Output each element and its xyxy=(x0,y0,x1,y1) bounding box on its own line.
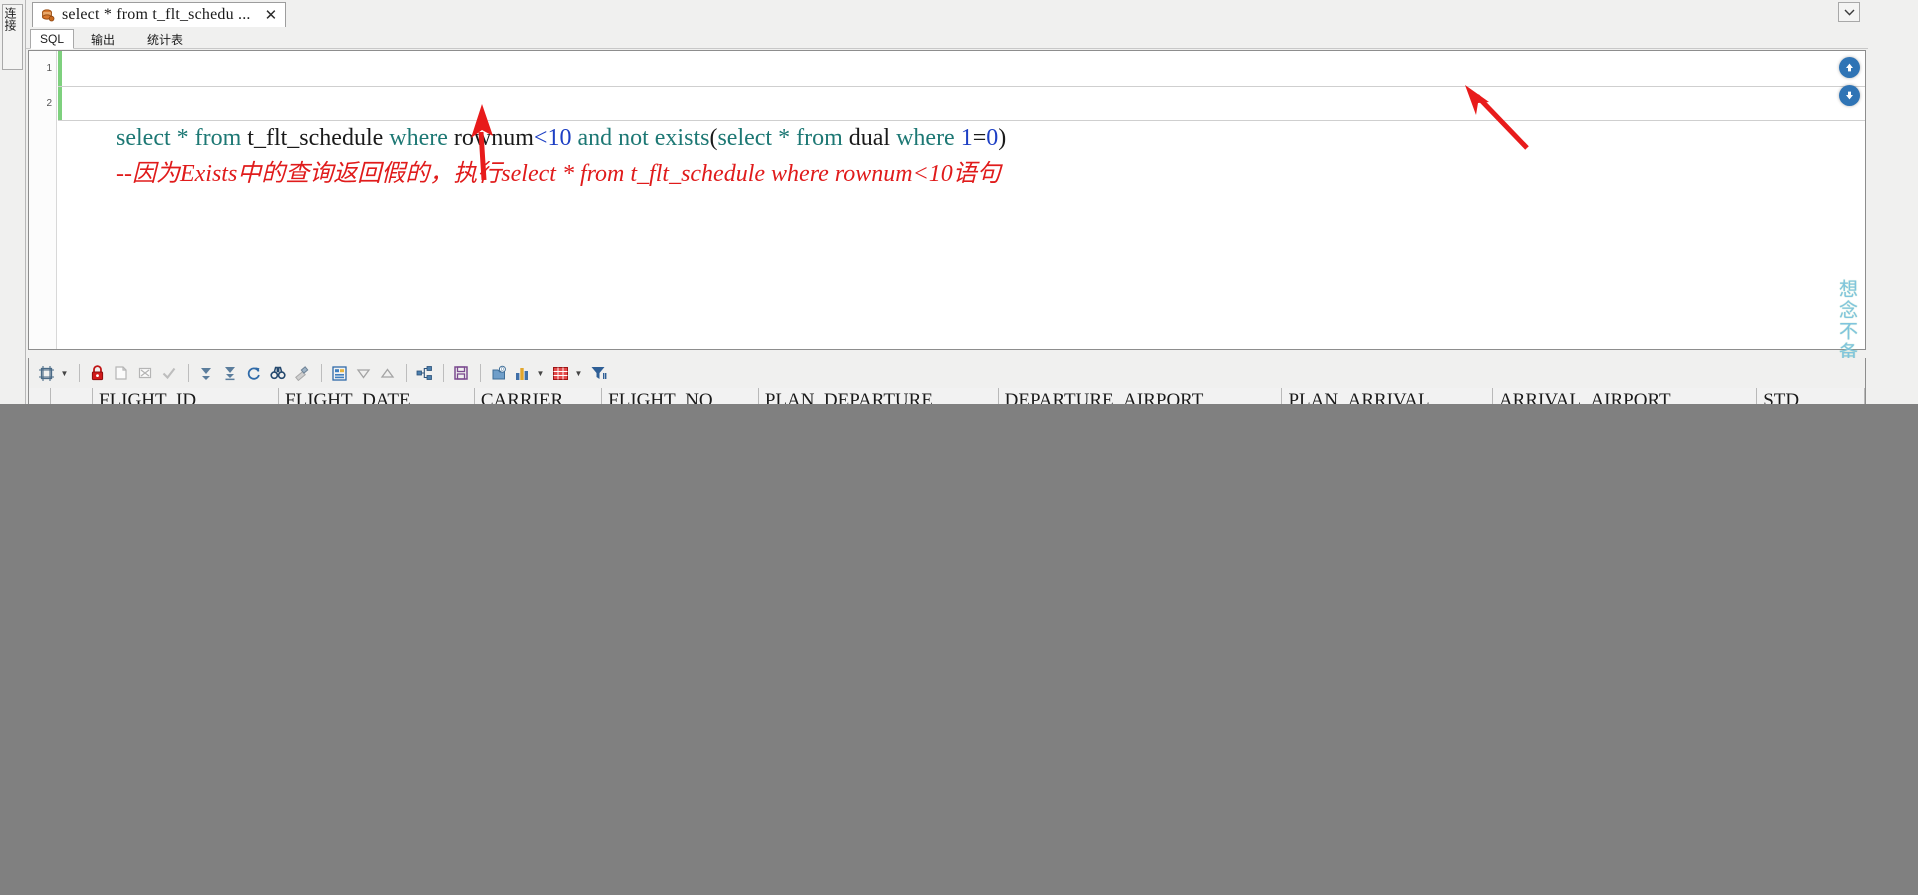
export-icon[interactable]: 0 xyxy=(487,362,509,384)
triangle-down-icon[interactable] xyxy=(352,362,374,384)
tab-output[interactable]: 输出 xyxy=(82,29,124,49)
grid-layout-icon[interactable] xyxy=(35,362,57,384)
sql-token: < xyxy=(533,125,548,151)
sql-token: select xyxy=(717,125,773,151)
table-red-icon[interactable] xyxy=(549,362,571,384)
sql-token: ) xyxy=(998,125,1007,151)
database-object-icon xyxy=(40,8,55,23)
check-mark-icon[interactable] xyxy=(158,362,180,384)
sql-token: dual xyxy=(848,125,891,151)
funnel-icon[interactable] xyxy=(587,362,609,384)
tab-sql-label: SQL xyxy=(40,32,65,46)
sql-token: from xyxy=(194,125,242,151)
sql-token: * xyxy=(176,125,189,151)
line-change-marker xyxy=(58,87,62,120)
line-change-marker xyxy=(58,51,62,86)
code-line-1-content: select * from t_flt_schedule where rownu… xyxy=(116,125,1006,151)
tab-statistics[interactable]: 统计表 xyxy=(138,29,192,49)
toolbar-separator xyxy=(480,364,481,382)
gutter-line-number: 1 xyxy=(46,63,52,74)
chevron-down-icon[interactable]: ▼ xyxy=(59,362,70,384)
tab-output-label: 输出 xyxy=(91,32,116,47)
editor-code-area[interactable]: select * from t_flt_schedule where rownu… xyxy=(58,51,1865,349)
chevron-down-icon[interactable] xyxy=(1838,2,1860,22)
sql-token: rownum xyxy=(453,125,534,151)
tab-statistics-label: 统计表 xyxy=(147,32,184,47)
editor-gutter: 1 2 xyxy=(29,51,57,349)
floppy-disk-icon[interactable] xyxy=(450,362,472,384)
toolbar-separator xyxy=(188,364,189,382)
single-record-icon[interactable] xyxy=(328,362,350,384)
binoculars-icon[interactable] xyxy=(267,362,289,384)
sql-token: 0 xyxy=(986,125,999,151)
gutter-line-number: 2 xyxy=(46,98,52,109)
sql-token: exists xyxy=(654,125,710,151)
sql-token: select xyxy=(116,125,171,151)
document-tab-label: select * from t_flt_schedu ... xyxy=(62,6,251,23)
sql-editor[interactable]: 1 2 select * from t_flt_schedule where r… xyxy=(28,50,1866,426)
toolbar-separator xyxy=(443,364,444,382)
document-tabstrip: select * from t_flt_schedu ... ✕ xyxy=(26,0,1868,27)
insert-record-icon[interactable] xyxy=(110,362,132,384)
sql-token: and xyxy=(577,125,613,151)
toolbar-separator xyxy=(321,364,322,382)
code-line-2-comment: --因为Exists中的查询返回假的，执行select * from t_flt… xyxy=(116,161,1001,187)
chevron-down-icon[interactable]: ▼ xyxy=(573,362,584,384)
sidebar-item-connections[interactable]: 连接 xyxy=(2,4,23,70)
toolbar-separator xyxy=(79,364,80,382)
hierarchy-icon[interactable] xyxy=(413,362,435,384)
arrow-up-circle-icon[interactable] xyxy=(1839,57,1860,78)
occlusion-overlay xyxy=(0,404,1918,895)
fetch-all-icon[interactable] xyxy=(219,362,241,384)
sql-token: where xyxy=(896,125,955,151)
results-toolbar: ▼ 0 ▼ ▼ xyxy=(28,358,1866,388)
result-pane-tabs: SQL 输出 统计表 xyxy=(26,27,1868,49)
eraser-icon[interactable] xyxy=(291,362,313,384)
sql-token: from xyxy=(796,125,843,151)
chevron-down-icon[interactable]: ▼ xyxy=(535,362,546,384)
refresh-icon[interactable] xyxy=(243,362,265,384)
sql-token: 1 xyxy=(960,125,973,151)
arrow-down-circle-icon[interactable] xyxy=(1839,85,1860,106)
document-tab-sql-window[interactable]: select * from t_flt_schedu ... ✕ xyxy=(32,2,287,27)
delete-record-icon[interactable] xyxy=(134,362,156,384)
sql-token: * xyxy=(778,125,791,151)
sql-token: not xyxy=(618,125,649,151)
sql-token: t_flt_schedule xyxy=(247,125,384,151)
sql-token: 10 xyxy=(547,125,572,151)
lock-red-icon[interactable] xyxy=(86,362,108,384)
close-icon[interactable]: ✕ xyxy=(265,8,278,23)
code-line-1[interactable]: select * from t_flt_schedule where rownu… xyxy=(58,51,1865,151)
pl-sql-developer-window: 连接 select * from t_flt_schedu ... ✕ SQL … xyxy=(0,0,1918,895)
tab-sql[interactable]: SQL xyxy=(30,29,75,49)
triangle-up-icon[interactable] xyxy=(376,362,398,384)
code-line-2[interactable]: --因为Exists中的查询返回假的，执行select * from t_flt… xyxy=(58,86,1865,187)
svg-text:0: 0 xyxy=(501,366,504,372)
sql-token: = xyxy=(972,125,987,151)
sidebar-item-connections-label: 连接 xyxy=(3,7,17,31)
toolbar-separator xyxy=(406,364,407,382)
fetch-next-icon[interactable] xyxy=(195,362,217,384)
sql-token: where xyxy=(389,125,448,151)
bar-chart-icon[interactable] xyxy=(511,362,533,384)
